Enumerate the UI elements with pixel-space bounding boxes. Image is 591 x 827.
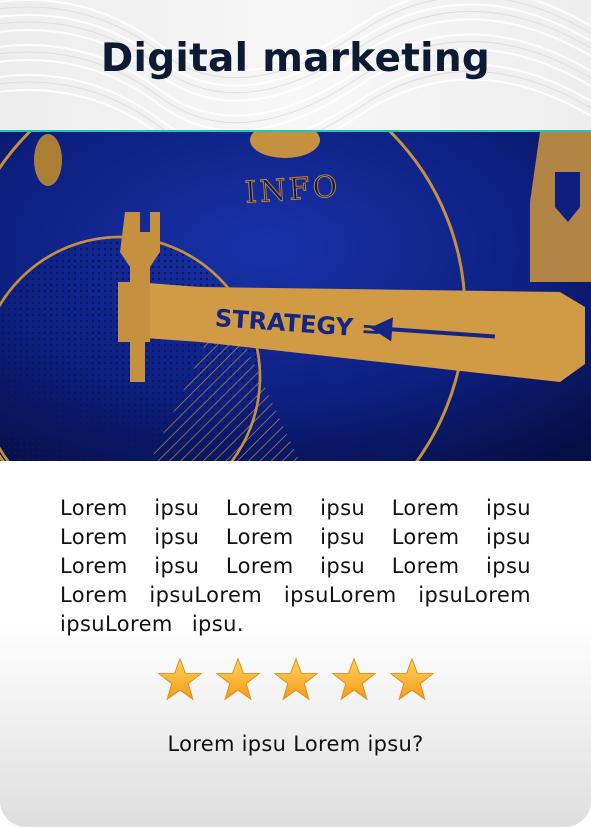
- strategy-illustration: INFO STRATEGY =: [0, 132, 591, 461]
- star-icon: [215, 657, 260, 701]
- star-rating: [0, 657, 591, 707]
- card-header: Digital marketing: [0, 0, 591, 130]
- star-icon: [273, 657, 318, 701]
- star-icon: [157, 657, 202, 701]
- star-icon: [389, 657, 434, 701]
- card-title: Digital marketing: [100, 36, 491, 81]
- description-text: Lorem ipsu Lorem ipsu Lorem ipsu Lorem i…: [60, 496, 531, 636]
- star-icon: [331, 657, 376, 701]
- product-card: Digital marketing INFO STRATEGY = Lorem …: [0, 0, 591, 827]
- strategy-hero-image: INFO STRATEGY =: [0, 130, 591, 461]
- question-text: Lorem ipsu Lorem ipsu?: [167, 732, 424, 756]
